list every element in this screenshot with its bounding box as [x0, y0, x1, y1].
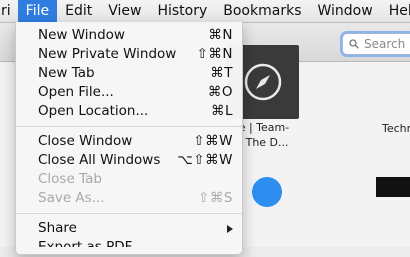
site-icon[interactable] [252, 177, 282, 207]
menu-item-open-location[interactable]: Open Location... ⌘L [16, 102, 242, 121]
shortcut: ⌘O [207, 84, 233, 100]
menu-item-export-pdf[interactable]: Export as PDF... [16, 238, 242, 247]
menu-window[interactable]: Window [309, 0, 380, 22]
menu-app[interactable]: ri [0, 0, 18, 22]
menu-help[interactable]: Help [381, 0, 410, 22]
menu-item-share[interactable]: Share [16, 219, 242, 238]
menu-item-close-window[interactable]: Close Window ⇧⌘W [16, 132, 242, 151]
menu-separator [16, 213, 242, 214]
search-placeholder: Search [364, 37, 406, 51]
menu-item-close-all-windows[interactable]: Close All Windows ⌥⇧⌘W [16, 151, 242, 170]
shortcut: ⇧⌘N [196, 46, 233, 62]
menu-bookmarks[interactable]: Bookmarks [215, 0, 309, 22]
shortcut: ⇧⌘S [198, 190, 233, 206]
menu-item-save-as: Save As... ⇧⌘S [38, 190, 233, 206]
compass-icon [244, 63, 282, 101]
shortcut: ⌘T [210, 65, 233, 81]
menu-bar: ri File Edit View History Bookmarks Wind… [0, 0, 410, 23]
menu-item-new-tab[interactable]: New Tab ⌘T [16, 64, 242, 83]
top-site-label-right[interactable]: Techn [382, 122, 410, 135]
menu-item-open-file[interactable]: Open File... ⌘O [16, 83, 242, 102]
menu-separator [16, 126, 242, 127]
search-icon [349, 39, 359, 49]
menu-history[interactable]: History [149, 0, 215, 22]
shortcut: ⌘N [208, 27, 233, 43]
menu-edit[interactable]: Edit [57, 0, 100, 22]
search-field[interactable]: Search [342, 33, 410, 55]
shortcut: ⇧⌘W [193, 133, 233, 149]
file-menu: New Window ⌘N New Private Window ⇧⌘N New… [15, 22, 243, 255]
menu-view[interactable]: View [100, 0, 149, 22]
shortcut: ⌘L [210, 103, 233, 119]
site-thumbnail[interactable] [376, 177, 410, 197]
submenu-arrow-icon [227, 225, 233, 233]
menu-item-new-window[interactable]: New Window ⌘N [16, 26, 242, 45]
menu-item-new-private-window[interactable]: New Private Window ⇧⌘N [16, 45, 242, 64]
menu-file[interactable]: File [17, 0, 58, 22]
menu-item-close-tab: Close Tab [38, 171, 102, 187]
shortcut: ⌥⇧⌘W [177, 152, 233, 168]
